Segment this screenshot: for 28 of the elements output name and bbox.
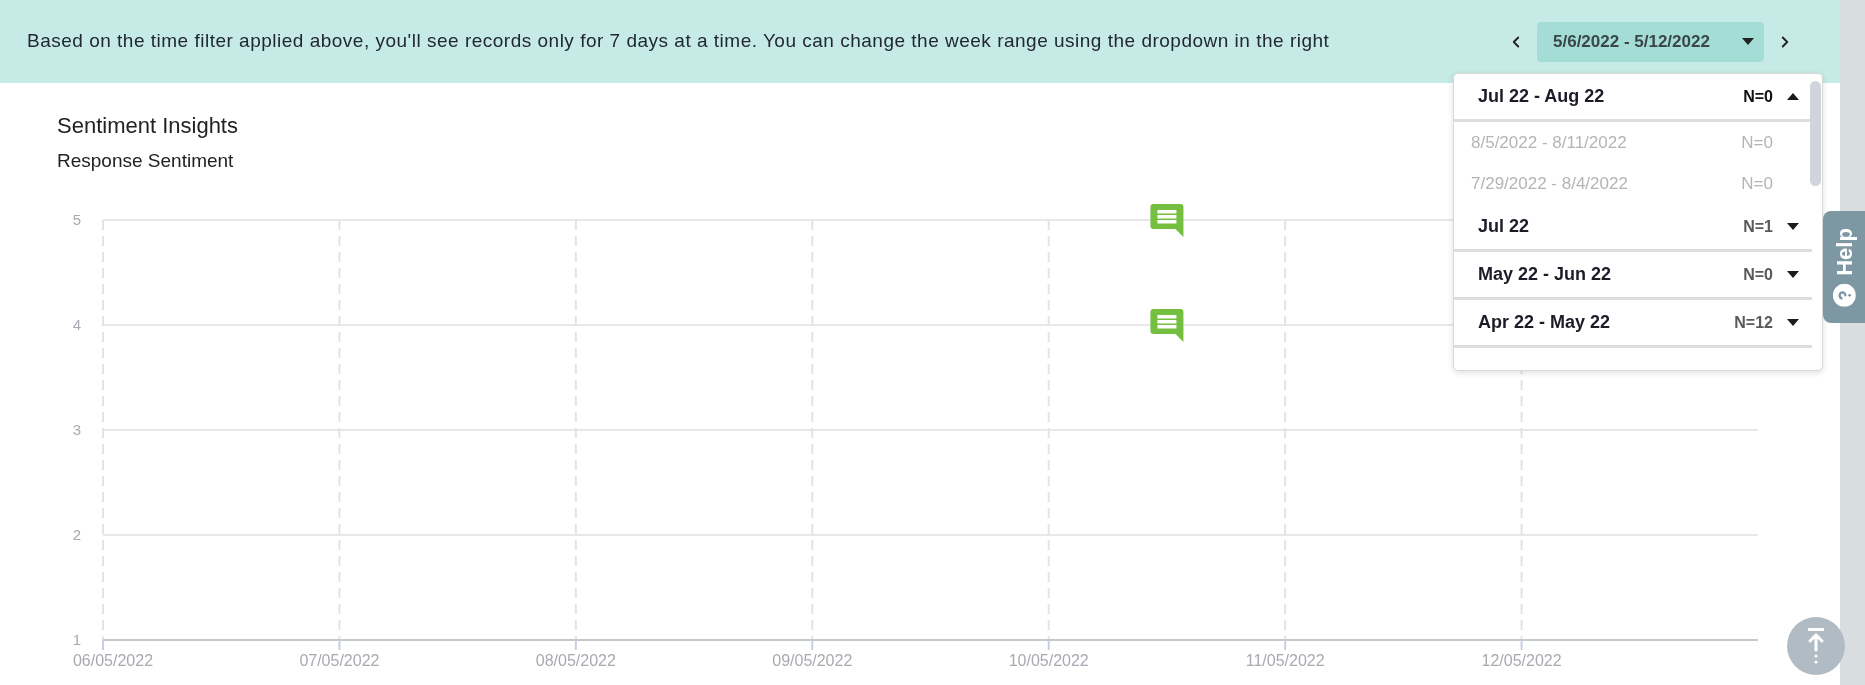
response-count: N=1 [1743, 216, 1773, 237]
week-group-row[interactable]: Apr 22 - May 22 N=12 [1454, 300, 1812, 348]
x-axis-label: 11/05/2022 [1245, 652, 1325, 669]
response-count: N=0 [1741, 172, 1773, 195]
chart-title: Response Sentiment [57, 149, 234, 173]
y-axis-label: 1 [72, 631, 81, 648]
y-axis-label: 2 [72, 526, 81, 543]
week-group-row[interactable]: Jul 22 N=1 [1454, 204, 1812, 252]
x-axis-label: 10/05/2022 [1008, 652, 1089, 669]
response-count: N=0 [1743, 86, 1773, 107]
response-count: N=0 [1741, 131, 1773, 154]
arrow-up-to-top-icon [1806, 628, 1826, 664]
week-group-row[interactable]: May 22 - Jun 22 N=0 [1454, 252, 1812, 300]
banner-message: Based on the time filter applied above, you'll see records only for 7 days at a time. You can change the week range using the dropdown in the right [27, 29, 1330, 54]
caret-down-icon [1742, 38, 1754, 45]
y-axis-label: 3 [72, 421, 81, 438]
response-count: N=0 [1743, 264, 1773, 285]
response-count: N=12 [1734, 312, 1773, 333]
x-axis-label: 07/05/2022 [299, 652, 380, 669]
x-axis-label: 12/05/2022 [1481, 652, 1562, 669]
week-range-dropdown[interactable]: 5/6/2022 - 5/12/2022 [1537, 21, 1764, 62]
section-title: Sentiment Insights [57, 113, 238, 139]
x-axis-label: 09/05/2022 [772, 652, 853, 669]
help-icon [1832, 283, 1856, 307]
x-axis-label: 08/05/2022 [535, 652, 616, 669]
y-axis-label: 5 [72, 211, 81, 228]
x-axis-label: 06/05/2022 [72, 652, 154, 669]
y-axis-label: 4 [72, 316, 81, 333]
